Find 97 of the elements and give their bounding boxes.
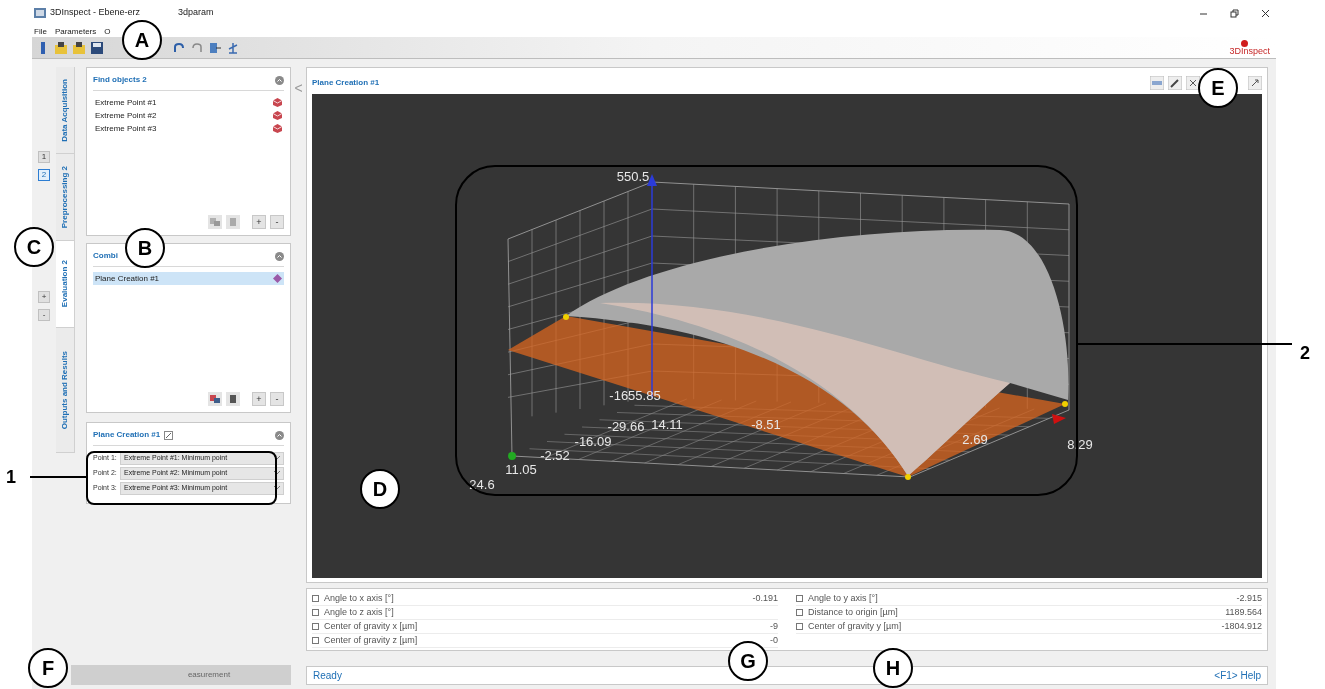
cube-icon (273, 98, 282, 107)
list-item[interactable]: Plane Creation #1 (93, 272, 284, 285)
axis-label: -16.09 (574, 434, 612, 449)
result-value: -0.191 (752, 591, 778, 605)
export-icon[interactable] (208, 40, 222, 55)
result-value: -9 (770, 619, 778, 633)
cube-icon (273, 111, 282, 120)
help-link[interactable]: <F1> Help (1214, 668, 1261, 683)
y-axis-arrow (1052, 414, 1066, 424)
result-label: Angle to x axis [°] (324, 591, 394, 605)
page-button[interactable]: 1 (38, 151, 50, 163)
panel-title: Find objects 2 (93, 74, 147, 86)
chevron-down-icon (274, 486, 280, 490)
result-label: Center of gravity x [µm] (324, 619, 418, 633)
origin-dot (508, 452, 516, 460)
chevron-down-icon (274, 471, 280, 475)
checkbox[interactable] (312, 623, 319, 630)
panel-title: Combi (93, 250, 118, 262)
small-button[interactable]: - (270, 215, 284, 229)
axis-label: -1655.85 (609, 388, 661, 403)
viewer-title: Plane Creation #1 (312, 77, 380, 89)
point-marker (1062, 401, 1068, 407)
result-label: Angle to z axis [°] (324, 605, 394, 619)
axis-label: 2.69 (962, 432, 988, 447)
result-label: Distance to origin [µm] (808, 605, 898, 619)
delete-icon[interactable] (226, 392, 240, 406)
open-file-icon[interactable] (72, 40, 86, 55)
brand-logo: 3DInspect (1229, 46, 1270, 56)
axis-label: 24.6 (469, 477, 495, 492)
point-marker (905, 474, 911, 480)
vertical-tab[interactable]: Data Acquisition (56, 67, 75, 154)
callout-number: 1 (6, 466, 16, 489)
panel-title: Plane Creation #1 (93, 429, 161, 441)
collapse-icon[interactable] (275, 75, 284, 85)
vertical-tab[interactable]: Outputs and Results (56, 328, 75, 453)
vertical-tab[interactable]: Evaluation 2 (56, 241, 75, 328)
result-label: Center of gravity y [µm] (808, 619, 902, 633)
checkbox[interactable] (796, 609, 803, 616)
pipette-icon[interactable] (1168, 76, 1182, 90)
item-label: Extreme Point #3 (95, 122, 157, 135)
axis-label: -8.51 (751, 417, 781, 432)
axis-label: 11.05 (505, 462, 537, 477)
collapse-icon[interactable] (275, 251, 284, 261)
axis-label: -2.52 (540, 448, 570, 463)
checkbox[interactable] (312, 637, 319, 644)
result-value: -2.915 (1236, 591, 1262, 605)
undo-icon[interactable] (172, 40, 186, 55)
axis-label: 550.5 (616, 169, 650, 184)
axis-label: 8.29 (1067, 437, 1093, 452)
save-icon[interactable] (90, 40, 104, 55)
point-marker (563, 314, 569, 320)
callout-number: 2 (1300, 342, 1310, 365)
redo-icon[interactable] (190, 40, 204, 55)
expand-icon[interactable] (1248, 76, 1262, 90)
small-button[interactable]: - (38, 309, 50, 321)
logo-dot-icon (1241, 39, 1248, 47)
leader-line (30, 476, 86, 478)
window-title: 3dparam (178, 6, 214, 20)
result-value: 1189.564 (1225, 605, 1262, 619)
restore-icon[interactable] (1230, 8, 1239, 18)
callout-marker: C (14, 227, 54, 267)
result-label: Center of gravity z [µm] (324, 633, 418, 647)
axis-label: -29.66 (607, 419, 645, 434)
app-icon (34, 8, 46, 18)
copy-icon[interactable] (208, 392, 222, 406)
status-text: Ready (313, 669, 342, 683)
small-button[interactable]: + (252, 392, 266, 406)
small-button[interactable]: - (270, 392, 284, 406)
window-title: 3DInspect - Ebene-erz (50, 6, 141, 20)
checkbox[interactable] (312, 595, 319, 602)
diamond-icon (273, 274, 282, 283)
list-item[interactable]: Extreme Point #2 (93, 109, 284, 122)
menu-item[interactable]: File (34, 25, 47, 38)
page-button[interactable]: 2 (38, 169, 50, 181)
edit-icon[interactable] (164, 430, 174, 440)
vertical-tab[interactable]: Preprocessing 2 (56, 154, 75, 241)
axis-label: 14.11 (651, 417, 683, 432)
item-label: Plane Creation #1 (95, 272, 160, 285)
item-label: Extreme Point #1 (95, 96, 157, 109)
cube-icon (273, 124, 282, 133)
menu-item[interactable]: Parameters (54, 25, 97, 38)
list-item[interactable]: Extreme Point #1 (93, 96, 284, 109)
list-item[interactable]: Extreme Point #3 (93, 122, 284, 135)
menu-item[interactable]: O (104, 25, 111, 38)
checkbox[interactable] (796, 623, 803, 630)
small-button[interactable]: + (38, 291, 50, 303)
result-label: Angle to y axis [°] (808, 591, 878, 605)
result-value: -1804.912 (1221, 619, 1262, 633)
chevron-down-icon (274, 456, 280, 460)
close-icon[interactable] (1261, 8, 1270, 18)
checkbox[interactable] (796, 595, 803, 602)
small-button[interactable]: + (252, 215, 266, 229)
checkbox[interactable] (312, 609, 319, 616)
result-value: -0 (770, 633, 778, 647)
open-file-icon[interactable] (54, 40, 68, 55)
collapse-icon[interactable] (275, 430, 284, 440)
item-label: Extreme Point #2 (95, 109, 157, 122)
